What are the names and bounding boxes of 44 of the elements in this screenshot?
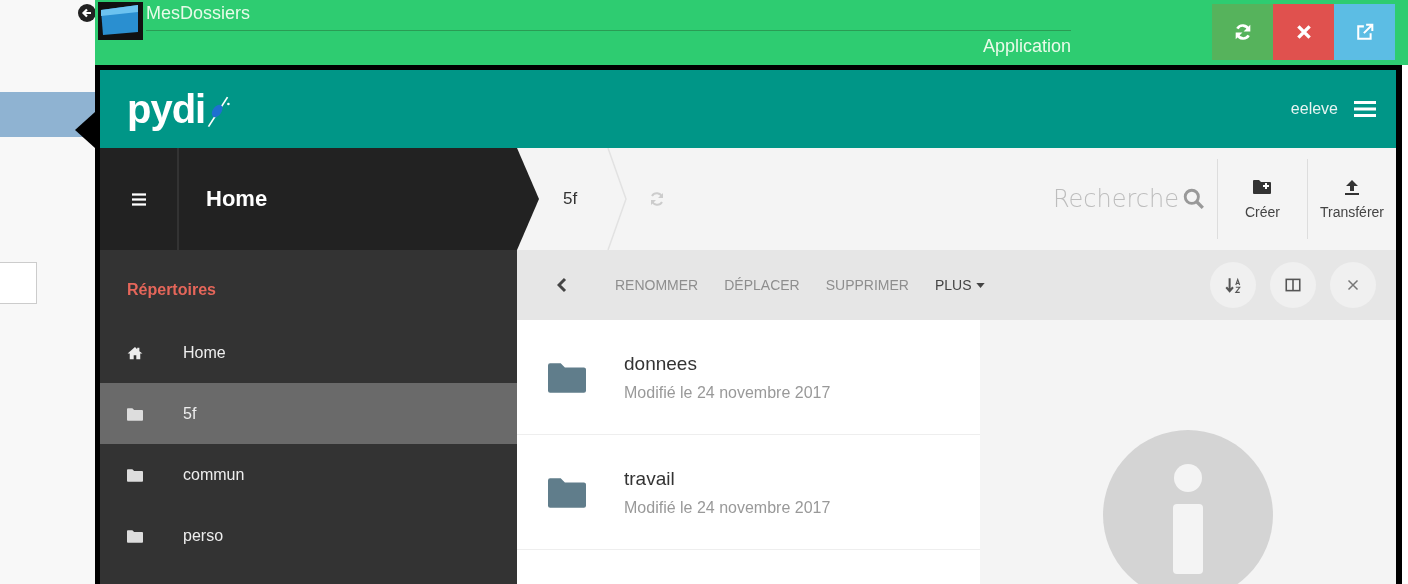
sidebar-item[interactable]: 5f xyxy=(100,383,517,444)
caret-icon xyxy=(975,282,985,288)
sidebar-item[interactable]: perso xyxy=(100,505,517,566)
close-button[interactable] xyxy=(1273,4,1334,60)
columns-button[interactable] xyxy=(1270,262,1316,308)
file-name: donnees xyxy=(624,352,698,375)
sidebar-item[interactable]: Home xyxy=(100,322,517,383)
popout-button[interactable] xyxy=(1334,4,1395,60)
refresh-button[interactable] xyxy=(1212,4,1273,60)
file-row[interactable]: donnees Modifié le 24 novembre 2017 xyxy=(517,320,980,435)
input-field[interactable] xyxy=(0,262,37,304)
file-row[interactable]: travail Modifié le 24 novembre 2017 xyxy=(517,435,980,550)
window-subtitle: Application xyxy=(981,35,1071,58)
folder-app-icon xyxy=(98,2,143,40)
external-link-icon xyxy=(1355,23,1374,41)
folder-plus-icon xyxy=(1253,178,1272,195)
modified-date: Modifié le 24 novembre 2017 xyxy=(624,498,831,517)
toolbar-button[interactable]: PLUS xyxy=(926,271,993,299)
sort-icon xyxy=(1224,276,1242,294)
section-heading: Répertoires xyxy=(126,280,217,300)
window-title: MesDossiers xyxy=(146,0,1071,31)
folder-icon xyxy=(548,361,586,393)
search-icon xyxy=(1182,188,1205,210)
folder-icon xyxy=(127,406,143,421)
action-button[interactable]: Transférer xyxy=(1306,159,1396,239)
close-icon xyxy=(1294,23,1313,41)
sort-button[interactable] xyxy=(1210,262,1256,308)
logo: pydi xyxy=(127,89,232,129)
menu-icon[interactable] xyxy=(131,192,146,206)
breadcrumb-item[interactable]: 5f xyxy=(563,189,578,209)
refresh-icon xyxy=(1233,23,1252,41)
home-icon xyxy=(127,345,143,360)
back-chevron-icon[interactable] xyxy=(557,277,567,293)
close-button[interactable] xyxy=(1330,262,1376,308)
folder-icon xyxy=(127,528,143,543)
sidebar-item[interactable]: commun xyxy=(100,444,517,505)
file-name: travail xyxy=(624,467,676,490)
upload-icon xyxy=(1342,178,1361,195)
folder-icon xyxy=(548,476,586,508)
columns-icon xyxy=(1284,276,1302,294)
modified-date: Modifié le 24 novembre 2017 xyxy=(624,383,831,402)
action-button[interactable]: Créer xyxy=(1216,159,1307,239)
workspace-title: Home xyxy=(206,186,268,212)
folder-icon xyxy=(127,467,143,482)
